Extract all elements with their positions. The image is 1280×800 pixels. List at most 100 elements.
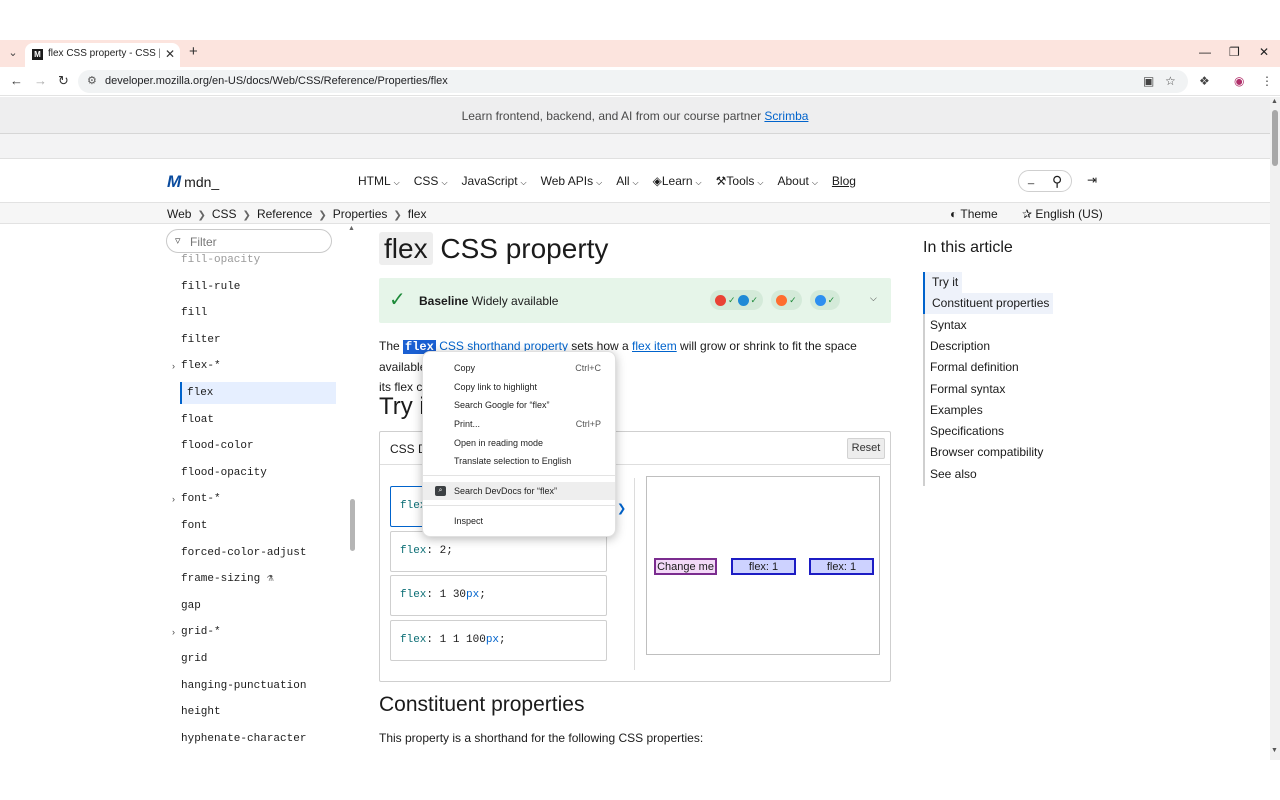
choice-unit: px — [485, 634, 500, 646]
mdn-logo[interactable]: Mmdn_ — [167, 172, 219, 192]
context-menu-item[interactable]: Copy link to highlight — [423, 378, 615, 396]
toc-item[interactable]: Formal definition — [923, 357, 1019, 378]
nav-tools[interactable]: ⚒Tools ⌵ — [716, 174, 764, 190]
toc-item[interactable]: Constituent properties — [923, 293, 1054, 315]
extensions-puzzle-icon[interactable]: ❖ — [1199, 73, 1210, 89]
theme-button[interactable]: ◐ Theme — [950, 207, 998, 221]
context-menu-item[interactable]: Open in reading mode — [423, 434, 615, 452]
sidebar-item[interactable]: grid — [181, 648, 337, 670]
sidebar-item[interactable]: gap — [181, 595, 337, 617]
toc-item[interactable]: Specifications — [923, 421, 1004, 442]
bookmark-star-icon[interactable]: ☆ — [1165, 73, 1176, 89]
sidebar-item-label: hyphenate-character — [181, 732, 307, 745]
forward-arrow-icon[interactable]: → — [34, 73, 47, 89]
new-tab-plus-icon[interactable]: + — [189, 44, 198, 60]
toc-item[interactable]: Examples — [923, 400, 983, 421]
toc-item[interactable]: Formal syntax — [923, 379, 1005, 400]
baseline-banner[interactable]: ✓ Baseline Widely available ✓ ✓ ✓ ✓ ⌵ — [379, 278, 891, 323]
chevron-down-icon[interactable]: ⌵ — [870, 293, 877, 304]
sidebar-item[interactable]: hyphenate-character — [181, 728, 337, 750]
profile-avatar-icon[interactable]: ◉ — [1234, 73, 1244, 89]
minimize-icon[interactable]: — — [1199, 45, 1211, 59]
sidebar-item[interactable]: height — [181, 701, 337, 723]
sidebar-item[interactable]: fill-opacity — [181, 249, 337, 271]
breadcrumb-reference[interactable]: Reference — [257, 207, 312, 221]
sidebar-item[interactable]: › font-* — [172, 488, 337, 510]
restore-icon[interactable]: ❐ — [1229, 45, 1240, 59]
flex-item-link[interactable]: flex item — [632, 339, 677, 353]
firefox-icon — [776, 294, 788, 306]
sidebar-item[interactable]: flood-opacity — [181, 462, 337, 484]
page-scrollbar[interactable]: ▲ ▼ — [1270, 97, 1280, 760]
tab-close-icon[interactable]: ✕ — [165, 47, 175, 61]
search-input[interactable]: _ ⚲ — [1018, 170, 1072, 192]
address-bar[interactable]: ⚙ developer.mozilla.org/en-US/docs/Web/C… — [78, 70, 1188, 93]
browser-badges: ✓ ✓ ✓ ✓ — [710, 290, 841, 310]
browser-toolbar: ← → ↻ ⚙ developer.mozilla.org/en-US/docs… — [0, 67, 1280, 96]
context-menu-item[interactable]: Inspect — [423, 512, 615, 530]
nav-about[interactable]: About ⌵ — [777, 174, 817, 190]
nav-javascript[interactable]: JavaScript ⌵ — [462, 174, 527, 190]
toc-item[interactable]: Syntax — [923, 315, 967, 336]
breadcrumb: Web ❯ CSS ❯ Reference ❯ Properties ❯ flex — [167, 207, 426, 221]
install-app-icon[interactable]: ▣ — [1143, 73, 1154, 89]
sidebar-item[interactable]: forced-color-adjust — [181, 542, 337, 564]
reload-icon[interactable]: ↻ — [58, 73, 69, 89]
search-icon[interactable]: ⚲ — [1052, 173, 1062, 189]
chevron-right-icon[interactable]: › — [172, 488, 175, 510]
toc-item[interactable]: Description — [923, 336, 990, 357]
sidebar-item[interactable]: hanging-punctuation — [181, 675, 337, 697]
active-tab[interactable]: M flex CSS property - CSS | MDN ✕ — [25, 43, 180, 67]
sidebar-item[interactable]: filter — [181, 329, 337, 351]
page-scrollbar-thumb[interactable] — [1272, 110, 1278, 166]
reset-button[interactable]: Reset — [847, 438, 885, 459]
sidebar-scrollbar-thumb[interactable] — [350, 499, 355, 551]
context-menu-item[interactable]: ⌕ Search DevDocs for “flex” — [423, 482, 615, 500]
sidebar-scroll-up-icon[interactable]: ▲ — [348, 225, 355, 232]
sidebar-item[interactable]: fill — [181, 302, 337, 324]
scroll-down-arrow-icon[interactable]: ▼ — [1271, 747, 1278, 754]
constituent-text: This property is a shorthand for the fol… — [379, 731, 704, 745]
sidebar-item[interactable]: flex — [180, 382, 336, 404]
sidebar-item[interactable]: frame-sizing ⚗ — [181, 568, 337, 590]
nav-css[interactable]: CSS ⌵ — [414, 174, 448, 190]
back-arrow-icon[interactable]: ← — [10, 73, 23, 89]
browser-menu-icon[interactable]: ⋮ — [1261, 73, 1273, 89]
scroll-up-arrow-icon[interactable]: ▲ — [1271, 98, 1278, 105]
demo-choice[interactable]: flex: 1 30px; — [390, 575, 607, 616]
context-menu-item[interactable]: Print... Ctrl+P — [423, 415, 615, 433]
site-info-icon[interactable]: ⚙ — [87, 75, 97, 88]
sidebar-item[interactable]: float — [181, 409, 337, 431]
nav-all[interactable]: All ⌵ — [616, 174, 638, 190]
context-menu-item[interactable]: Search Google for “flex” — [423, 396, 615, 414]
login-icon[interactable]: ⇥ — [1087, 173, 1097, 187]
choice-code: flex: 2; — [400, 545, 453, 557]
nav-blog[interactable]: Blog — [832, 174, 856, 190]
sidebar-item[interactable]: font — [181, 515, 337, 537]
sidebar-item[interactable]: flood-color — [181, 435, 337, 457]
breadcrumb-flex[interactable]: flex — [408, 207, 427, 221]
nav-html[interactable]: HTML ⌵ — [358, 174, 400, 190]
chevron-right-icon[interactable]: › — [172, 621, 175, 643]
breadcrumb-properties[interactable]: Properties — [333, 207, 388, 221]
toc-item[interactable]: Try it — [923, 272, 963, 293]
sidebar-item[interactable]: › grid-* — [172, 621, 337, 643]
toc-item[interactable]: Browser compatibility — [923, 442, 1043, 463]
demo-choice[interactable]: flex: 2; — [390, 531, 607, 572]
sidebar-item[interactable]: › flex-* — [172, 355, 337, 377]
demo-choice[interactable]: flex: 1 1 100px; — [390, 620, 607, 661]
chevron-right-icon[interactable]: › — [172, 355, 175, 377]
window-close-icon[interactable]: ✕ — [1259, 45, 1269, 59]
context-menu-item[interactable]: Copy Ctrl+C — [423, 359, 615, 377]
nav-learn[interactable]: ◈Learn ⌵ — [653, 174, 702, 190]
nav-web-apis[interactable]: Web APIs ⌵ — [541, 174, 603, 190]
context-menu-item[interactable]: Translate selection to English — [423, 452, 615, 470]
sidebar-item[interactable]: fill-rule — [181, 276, 337, 298]
toc-item[interactable]: See also — [923, 464, 977, 485]
scrimba-link[interactable]: Scrimba — [764, 109, 808, 123]
breadcrumb-css[interactable]: CSS — [212, 207, 237, 221]
experimental-flask-icon: ⚗ — [260, 573, 274, 586]
tab-search-chevron-icon[interactable]: ⌄ — [6, 46, 20, 60]
breadcrumb-web[interactable]: Web — [167, 207, 191, 221]
language-button[interactable]: ✰ English (US) — [1022, 207, 1103, 221]
